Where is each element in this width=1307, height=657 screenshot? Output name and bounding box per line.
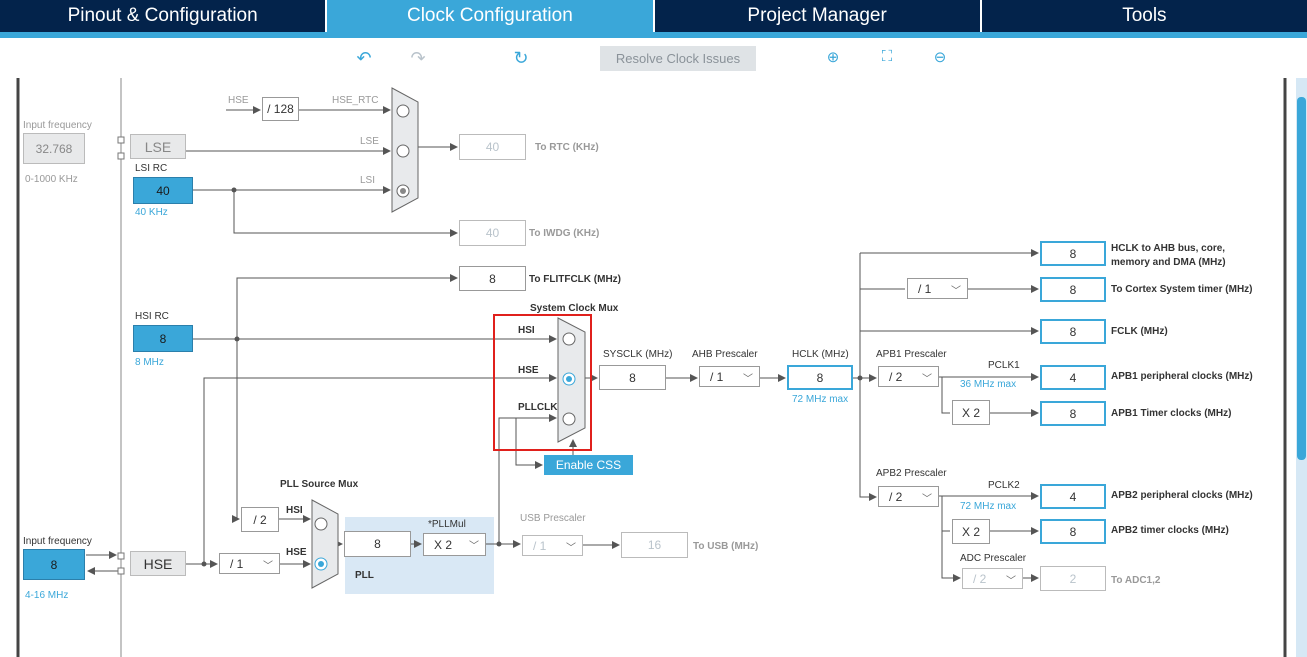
hclk-value[interactable]: 8: [787, 365, 853, 390]
apb1-prescaler-label: APB1 Prescaler: [876, 349, 947, 360]
pllmul-select[interactable]: X 2 ﹀: [423, 533, 486, 556]
adc-prescaler-label: ADC Prescaler: [960, 553, 1027, 564]
usb-output: 16: [621, 532, 688, 558]
rtc-lsi-label: LSI: [360, 175, 376, 186]
apb1-max: 36 MHz max: [960, 379, 1017, 390]
chevron-down-icon: ﹀: [1006, 576, 1016, 587]
apb2-prescaler-label: APB2 Prescaler: [876, 468, 947, 479]
adc-prescaler-value: / 2: [973, 571, 987, 586]
fclk-output[interactable]: 8: [1040, 319, 1106, 344]
hse-rtc-divider: / 128: [262, 97, 299, 121]
rtc-hse-label: HSE: [228, 95, 249, 106]
usb-prescaler-value: / 1: [533, 538, 547, 553]
sysclk-label: SYSCLK (MHz): [603, 349, 673, 360]
adc-output: 2: [1040, 566, 1106, 591]
chevron-down-icon: ﹀: [743, 374, 753, 385]
chevron-down-icon: ﹀: [922, 374, 932, 385]
chevron-down-icon: ﹀: [951, 286, 961, 297]
hse-prediv-select[interactable]: / 1 ﹀: [219, 553, 280, 574]
lse-input-frequency[interactable]: 32.768: [23, 133, 85, 164]
adc-prescaler-select[interactable]: / 2 ﹀: [962, 568, 1023, 589]
cortex-timer-output[interactable]: 8: [1040, 277, 1106, 302]
apb1-timer-multiplier: X 2: [952, 400, 990, 425]
apb1-peripheral-label: APB1 peripheral clocks (MHz): [1111, 371, 1253, 382]
hse-rtc-label: HSE_RTC: [332, 95, 379, 106]
highlight-box: [493, 314, 592, 451]
hsi-value[interactable]: 8: [133, 325, 193, 352]
apb1-peripheral-output[interactable]: 4: [1040, 365, 1106, 390]
apb2-timer-multiplier: X 2: [952, 519, 990, 544]
hse-input-label: Input frequency: [23, 536, 92, 547]
lsi-freq: 40 KHz: [135, 207, 168, 218]
ahb-prescaler-select[interactable]: / 1 ﹀: [699, 366, 760, 387]
hse-range: 4-16 MHz: [25, 590, 69, 601]
apb2-peripheral-output[interactable]: 4: [1040, 484, 1106, 509]
hsi-pll-divider: / 2: [241, 507, 279, 532]
pclk2-label: PCLK2: [988, 480, 1020, 491]
apb2-peripheral-label: APB2 peripheral clocks (MHz): [1111, 490, 1253, 501]
rtc-lse-label: LSE: [360, 136, 379, 147]
hsi-freq: 8 MHz: [135, 357, 164, 368]
hclk-ahb-output[interactable]: 8: [1040, 241, 1106, 266]
sysclk-value: 8: [599, 365, 666, 390]
lse-box[interactable]: LSE: [130, 134, 186, 159]
iwdg-output-label: To IWDG (KHz): [529, 228, 600, 239]
ahb-prescaler-label: AHB Prescaler: [692, 349, 758, 360]
system-clock-mux-title: System Clock Mux: [530, 303, 619, 314]
apb1-prescaler-value: / 2: [889, 369, 903, 384]
ahb-prescaler-value: / 1: [710, 369, 724, 384]
pllmul-label: *PLLMul: [428, 519, 466, 530]
rtc-output-label: To RTC (KHz): [535, 142, 599, 153]
hclk-ahb-label-2: memory and DMA (MHz): [1111, 257, 1226, 268]
apb2-timer-label: APB2 timer clocks (MHz): [1111, 525, 1229, 536]
usb-prescaler-select[interactable]: / 1 ﹀: [522, 535, 583, 556]
lsi-label: LSI RC: [135, 163, 168, 174]
pllsrc-hsi-label[interactable]: HSI: [286, 505, 303, 516]
rtc-output: 40: [459, 134, 526, 160]
enable-css-button[interactable]: Enable CSS: [544, 455, 633, 475]
chevron-down-icon: ﹀: [263, 561, 273, 572]
hse-input-frequency[interactable]: 8: [23, 549, 85, 580]
cortex-prescaler-value: / 1: [918, 281, 932, 296]
apb2-prescaler-select[interactable]: / 2 ﹀: [878, 486, 939, 507]
usb-output-label: To USB (MHz): [693, 541, 759, 552]
apb1-timer-label: APB1 Timer clocks (MHz): [1111, 408, 1232, 419]
lse-range: 0-1000 KHz: [25, 174, 78, 185]
hse-prediv-value: / 1: [230, 556, 244, 571]
apb2-max: 72 MHz max: [960, 501, 1017, 512]
pllmul-value: X 2: [434, 537, 453, 552]
chevron-down-icon: ﹀: [469, 541, 479, 552]
fclk-label: FCLK (MHz): [1111, 326, 1168, 337]
apb1-prescaler-select[interactable]: / 2 ﹀: [878, 366, 939, 387]
iwdg-output: 40: [459, 220, 526, 246]
adc-output-label: To ADC1,2: [1111, 575, 1161, 586]
chevron-down-icon: ﹀: [922, 494, 932, 505]
cortex-timer-label: To Cortex System timer (MHz): [1111, 284, 1253, 295]
usb-prescaler-label: USB Prescaler: [520, 513, 586, 524]
hsi-label: HSI RC: [135, 311, 169, 322]
flitfclk-label: To FLITFCLK (MHz): [529, 274, 622, 285]
pll-source-mux: [311, 499, 339, 589]
hclk-ahb-label: HCLK to AHB bus, core,: [1111, 243, 1226, 254]
flitfclk-output: 8: [459, 266, 526, 291]
lse-input-label: Input frequency: [23, 120, 92, 131]
cortex-timer-prescaler-select[interactable]: / 1 ﹀: [907, 278, 968, 299]
pclk1-label: PCLK1: [988, 360, 1020, 371]
lsi-value[interactable]: 40: [133, 177, 193, 204]
hclk-label: HCLK (MHz): [792, 349, 849, 360]
apb2-prescaler-value: / 2: [889, 489, 903, 504]
pllsrc-hse-label[interactable]: HSE: [286, 547, 307, 558]
apb1-timer-output[interactable]: 8: [1040, 401, 1106, 426]
chevron-down-icon: ﹀: [566, 543, 576, 554]
pll-source-mux-title: PLL Source Mux: [280, 479, 359, 490]
pll-input-value: 8: [344, 531, 411, 557]
hclk-max: 72 MHz max: [792, 394, 849, 405]
scrollbar-thumb: [1297, 97, 1306, 460]
apb2-timer-output[interactable]: 8: [1040, 519, 1106, 544]
hse-box[interactable]: HSE: [130, 551, 186, 576]
pll-label: PLL: [355, 570, 374, 581]
